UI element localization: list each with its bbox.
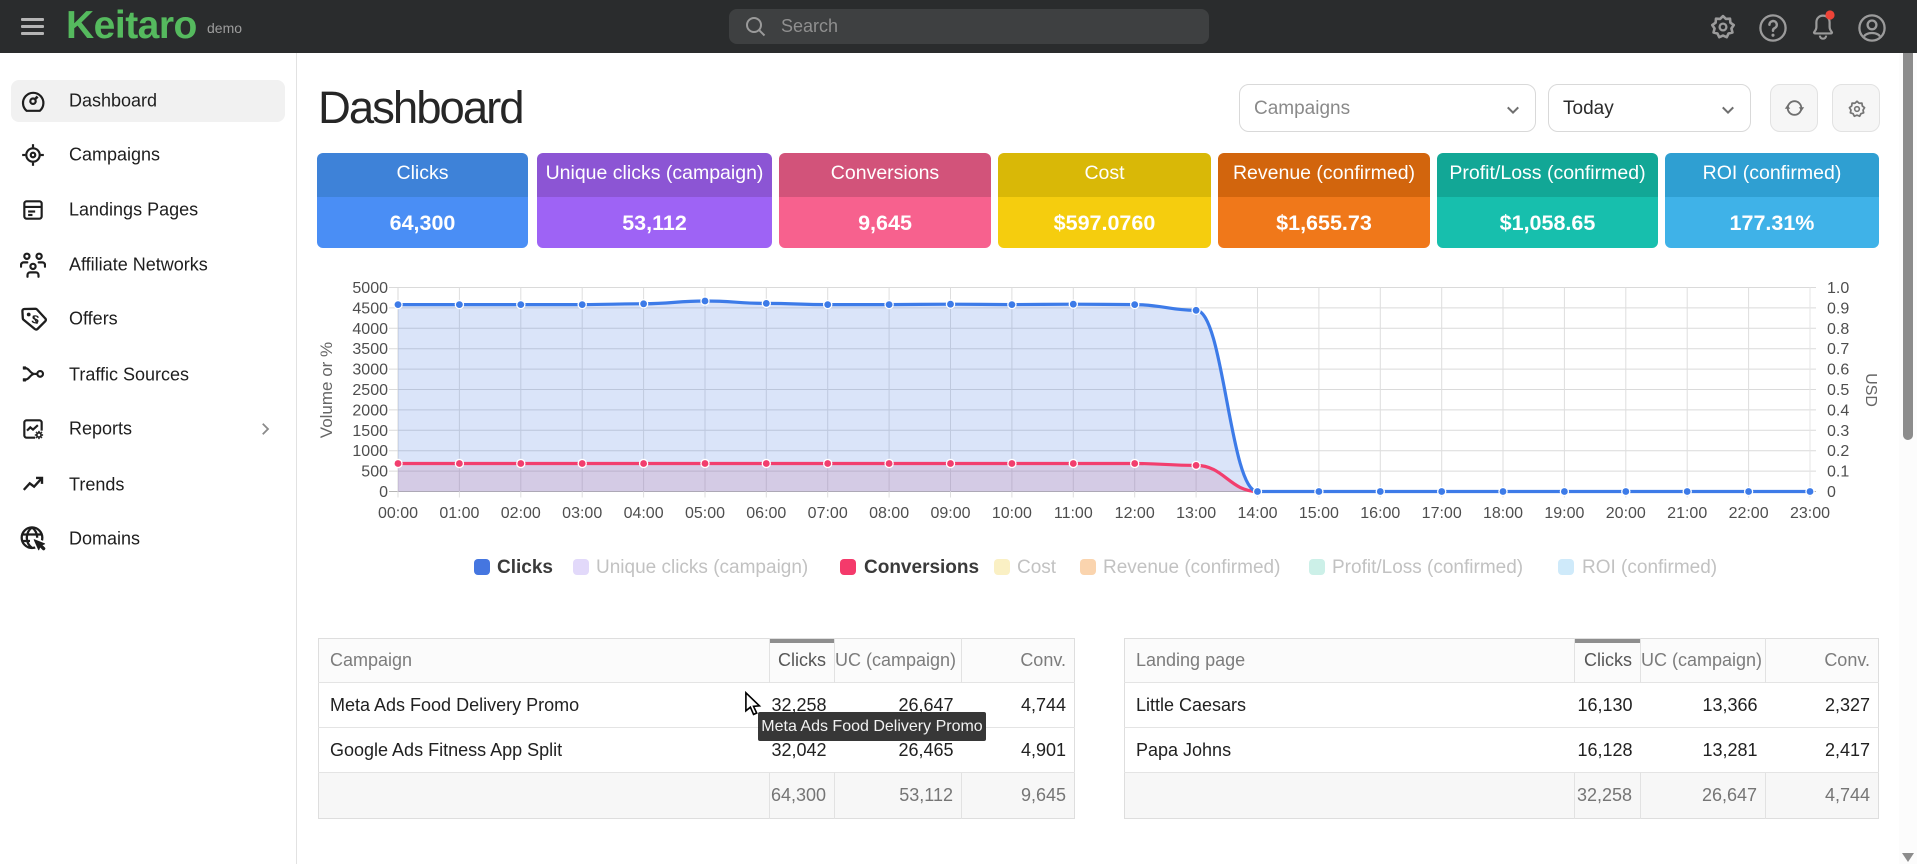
svg-text:16:00: 16:00 — [1360, 505, 1400, 522]
svg-text:21:00: 21:00 — [1667, 505, 1707, 522]
svg-text:500: 500 — [361, 464, 388, 481]
svg-text:0.7: 0.7 — [1827, 341, 1849, 358]
svg-text:22:00: 22:00 — [1729, 505, 1769, 522]
svg-text:4500: 4500 — [352, 300, 388, 317]
svg-text:USD: USD — [1862, 373, 1879, 407]
svg-text:1.0: 1.0 — [1827, 280, 1849, 297]
svg-text:06:00: 06:00 — [746, 505, 786, 522]
svg-text:23:00: 23:00 — [1790, 505, 1830, 522]
svg-text:09:00: 09:00 — [930, 505, 970, 522]
svg-text:19:00: 19:00 — [1544, 505, 1584, 522]
svg-text:0.5: 0.5 — [1827, 382, 1849, 399]
svg-text:3000: 3000 — [352, 362, 388, 379]
svg-text:07:00: 07:00 — [808, 505, 848, 522]
svg-text:1000: 1000 — [352, 443, 388, 460]
svg-text:0.1: 0.1 — [1827, 464, 1849, 481]
svg-text:0.4: 0.4 — [1827, 402, 1849, 419]
svg-text:05:00: 05:00 — [685, 505, 725, 522]
svg-text:13:00: 13:00 — [1176, 505, 1216, 522]
svg-text:20:00: 20:00 — [1606, 505, 1646, 522]
svg-text:14:00: 14:00 — [1237, 505, 1277, 522]
svg-text:5000: 5000 — [352, 280, 388, 297]
svg-text:2500: 2500 — [352, 382, 388, 399]
svg-text:0.3: 0.3 — [1827, 423, 1849, 440]
svg-text:03:00: 03:00 — [562, 505, 602, 522]
svg-text:0.6: 0.6 — [1827, 362, 1849, 379]
svg-text:1500: 1500 — [352, 423, 388, 440]
svg-text:0: 0 — [379, 484, 388, 501]
svg-text:15:00: 15:00 — [1299, 505, 1339, 522]
svg-text:0.9: 0.9 — [1827, 300, 1849, 317]
svg-text:00:00: 00:00 — [378, 505, 418, 522]
svg-text:02:00: 02:00 — [501, 505, 541, 522]
svg-text:17:00: 17:00 — [1422, 505, 1462, 522]
svg-text:4000: 4000 — [352, 321, 388, 338]
svg-text:0.2: 0.2 — [1827, 443, 1849, 460]
svg-text:04:00: 04:00 — [624, 505, 664, 522]
svg-text:12:00: 12:00 — [1115, 505, 1155, 522]
svg-text:0: 0 — [1827, 484, 1836, 501]
svg-text:01:00: 01:00 — [439, 505, 479, 522]
svg-text:08:00: 08:00 — [869, 505, 909, 522]
svg-text:18:00: 18:00 — [1483, 505, 1523, 522]
svg-text:11:00: 11:00 — [1054, 505, 1093, 522]
svg-text:10:00: 10:00 — [992, 505, 1032, 522]
svg-text:3500: 3500 — [352, 341, 388, 358]
svg-text:0.8: 0.8 — [1827, 321, 1849, 338]
svg-text:Volume or %: Volume or % — [317, 342, 336, 438]
svg-text:2000: 2000 — [352, 402, 388, 419]
